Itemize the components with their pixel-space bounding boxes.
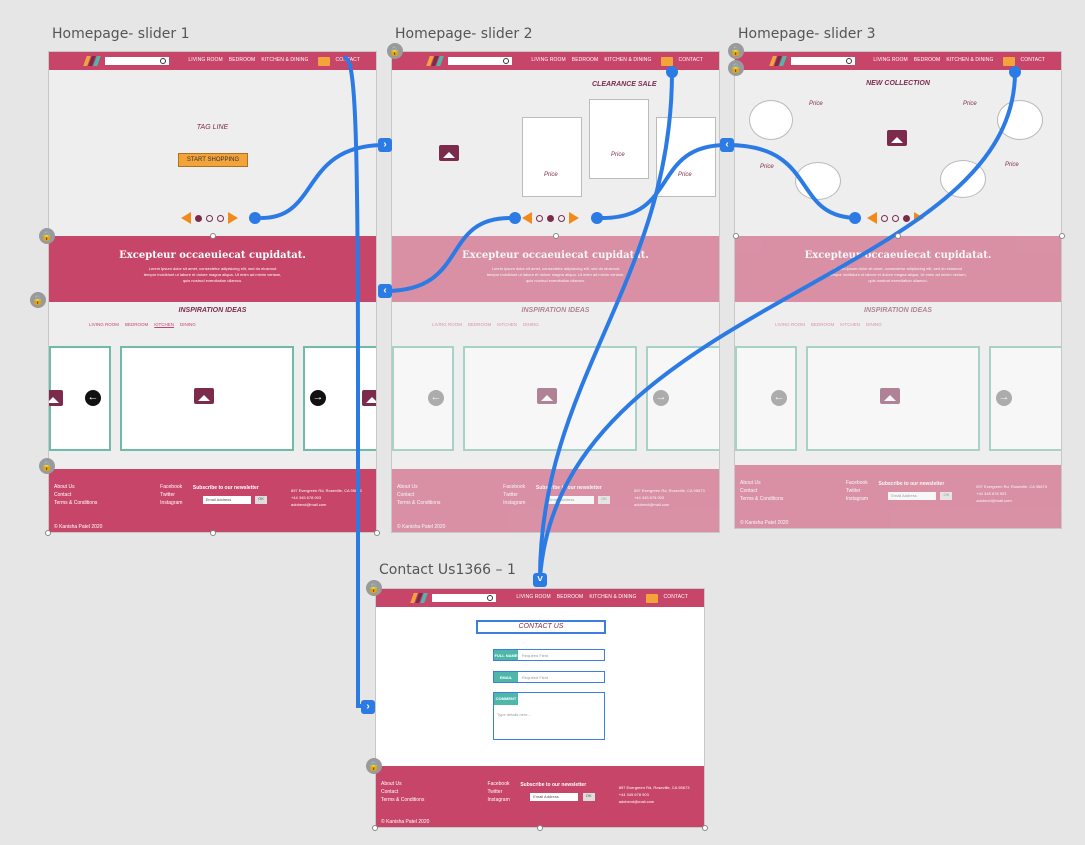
prototype-wires [249, 56, 1021, 708]
resize-handle[interactable] [733, 233, 739, 239]
lock-icon[interactable]: 🔒 [30, 292, 46, 308]
lock-icon[interactable]: 🔒 [366, 580, 382, 596]
resize-handle[interactable] [553, 233, 559, 239]
resize-handle[interactable] [1059, 233, 1065, 239]
wire-slider1-contact[interactable] [343, 56, 370, 708]
lock-icon[interactable]: 🔒 [728, 43, 744, 59]
resize-handle[interactable] [45, 530, 51, 536]
resize-handle[interactable] [372, 825, 378, 831]
wire-slider1-to-slider2[interactable] [260, 143, 387, 220]
resize-handle[interactable] [210, 233, 216, 239]
lock-icon[interactable]: 🔒 [39, 228, 55, 244]
resize-handle[interactable] [702, 825, 708, 831]
resize-handle[interactable] [895, 233, 901, 239]
resize-handle[interactable] [374, 530, 380, 536]
flow-target-slider-2[interactable]: › [378, 138, 392, 152]
resize-handle[interactable] [210, 530, 216, 536]
lock-icon[interactable]: 🔒 [366, 758, 382, 774]
flow-target-contact-home[interactable]: › [361, 700, 375, 714]
flow-target-slider-1[interactable]: ‹ [378, 284, 392, 298]
resize-handle[interactable] [537, 825, 543, 831]
lock-icon[interactable]: 🔒 [387, 43, 403, 59]
lock-icon[interactable]: 🔒 [39, 458, 55, 474]
wire-slider3-back[interactable] [725, 143, 860, 220]
wire-slider2-back[interactable] [383, 216, 512, 293]
flow-target-contact[interactable]: ˅ [533, 573, 547, 587]
lock-icon[interactable]: 🔒 [728, 60, 744, 76]
wire-slider3-contact[interactable] [538, 70, 1017, 580]
flow-target-slider-3[interactable]: ‹ [720, 138, 734, 152]
